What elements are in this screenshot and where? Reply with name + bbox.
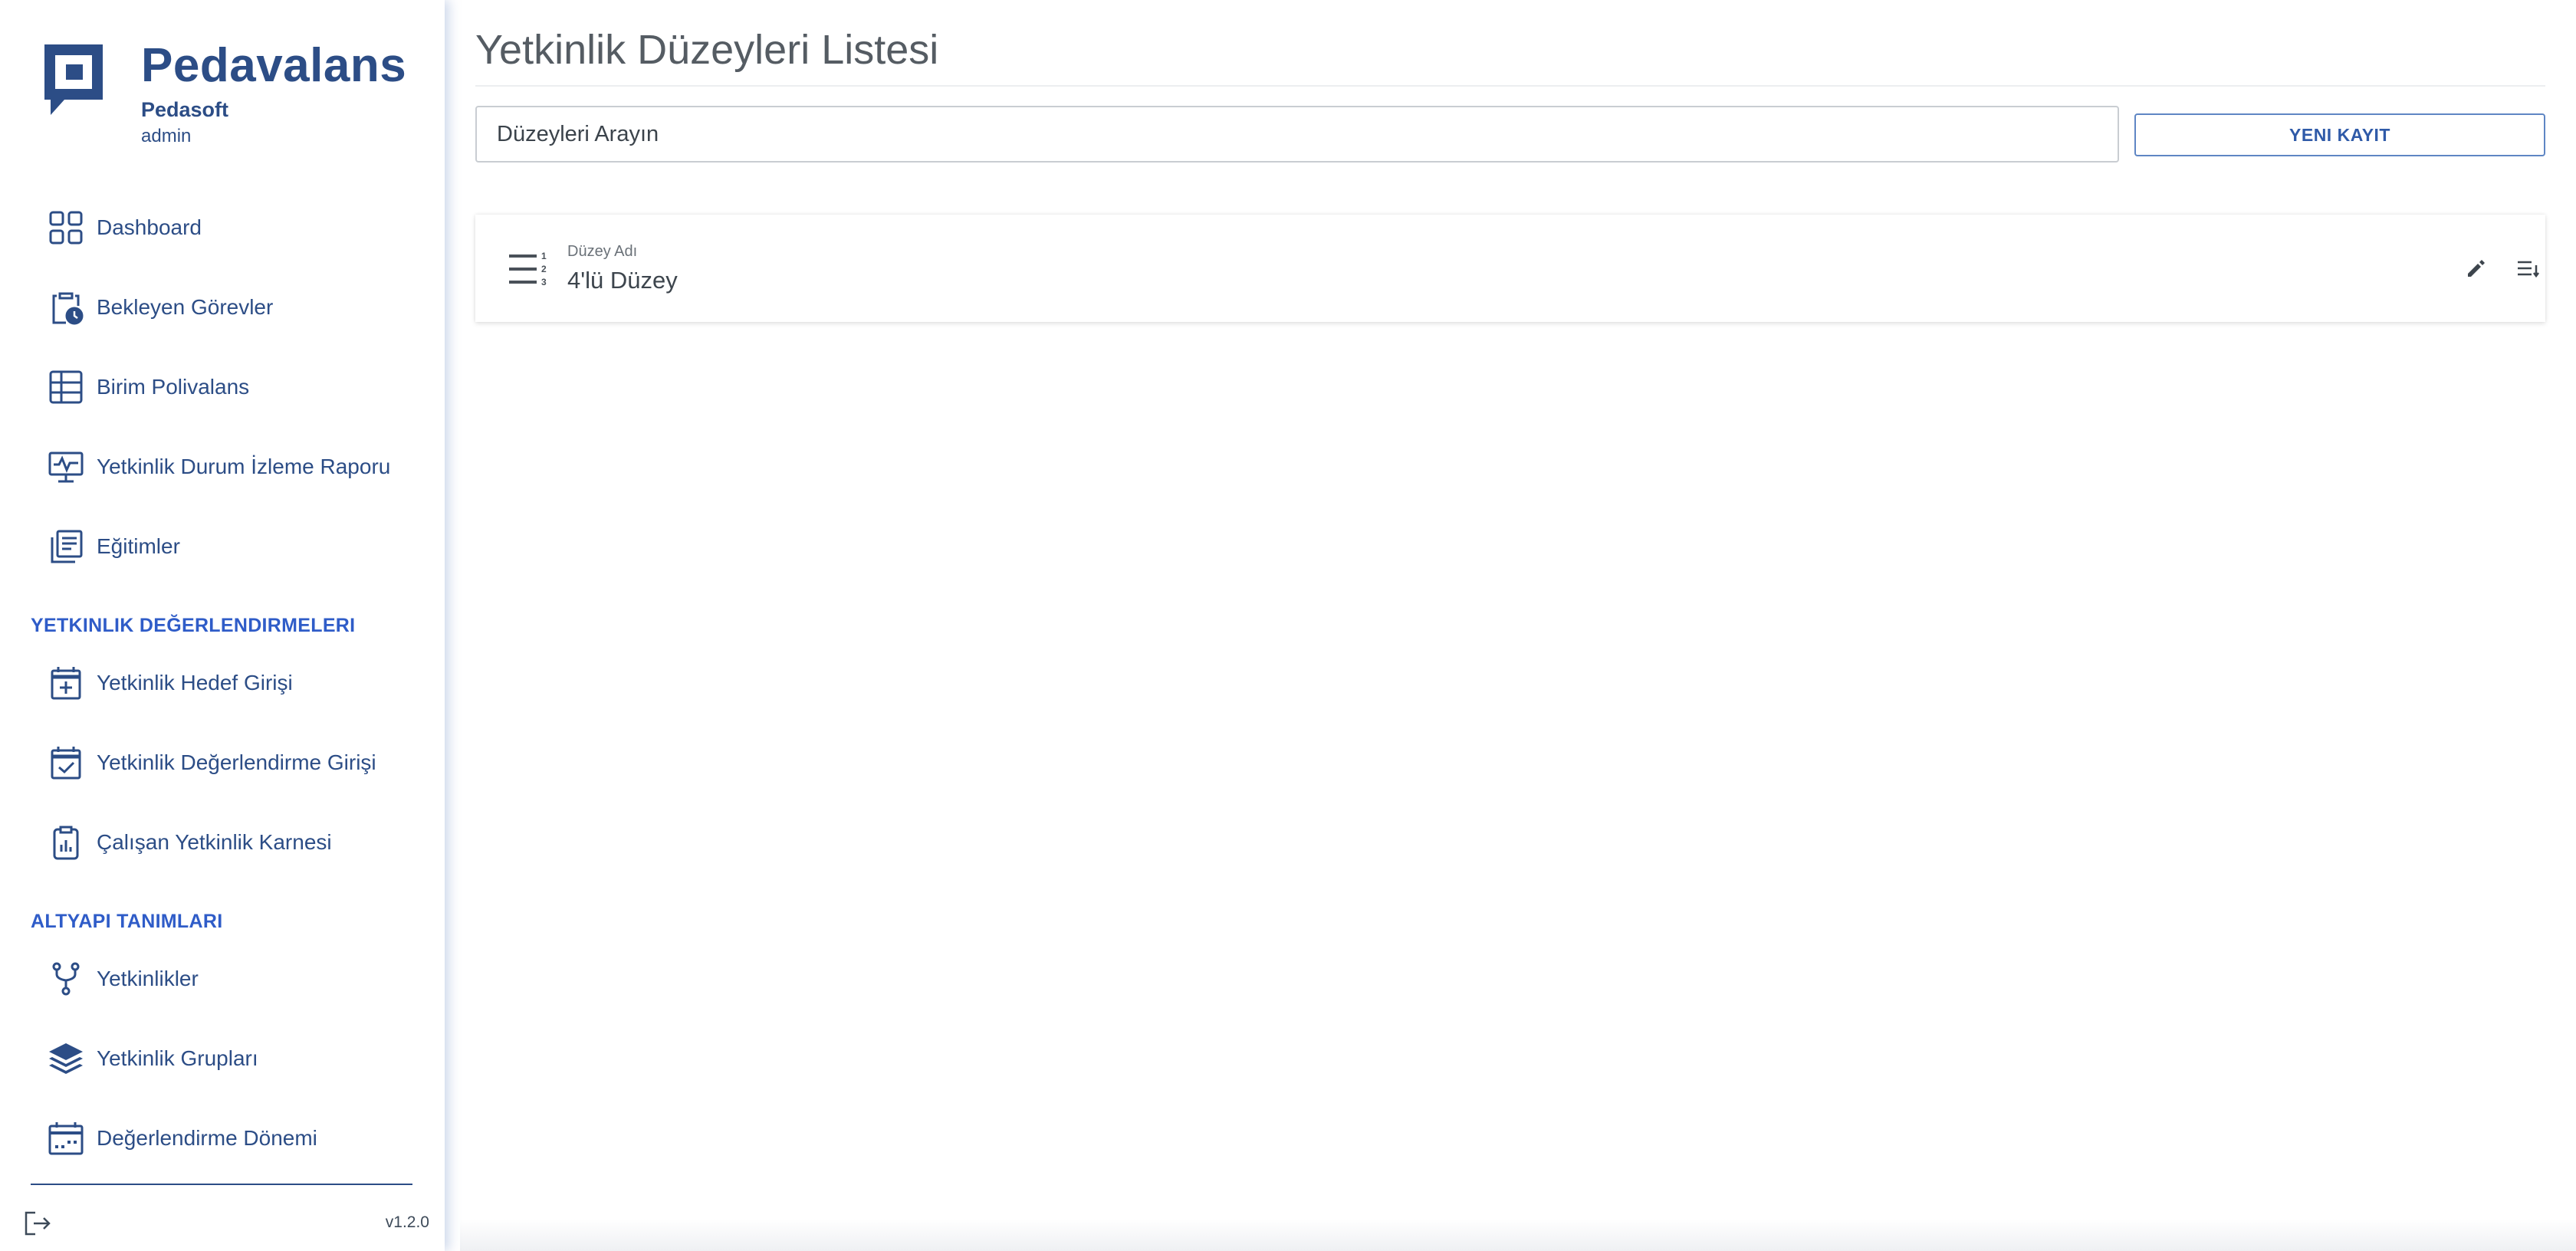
brand: Pedavalans Pedasoft admin: [44, 38, 443, 153]
search-input[interactable]: [475, 106, 2119, 163]
sidebar-item-label: Bekleyen Görevler: [97, 295, 274, 319]
documents-icon: [46, 527, 86, 566]
pedavalans-logo-icon: [44, 44, 103, 115]
sidebar: Pedavalans Pedasoft admin Dashboard Bekl…: [0, 0, 445, 1251]
sidebar-item-label: Yetkinlik Hedef Girişi: [97, 671, 293, 694]
sidebar-item-label: Eğitimler: [97, 534, 180, 558]
user-name: admin: [141, 126, 192, 146]
sidebar-item-label: Birim Polivalans: [97, 375, 250, 399]
sidebar-item-label: Değerlendirme Dönemi: [97, 1126, 317, 1150]
calendar-check-icon: [46, 743, 86, 783]
numbered-list-icon: 1 2 3: [509, 251, 547, 287]
organization-name: Pedasoft: [141, 98, 229, 121]
section-title-infrastructure: ALTYAPI TANIMLARI: [31, 911, 223, 932]
sidebar-item-evaluation-entry[interactable]: Yetkinlik Değerlendirme Girişi: [46, 736, 429, 790]
monitor-pulse-icon: [46, 447, 86, 487]
calendar-plus-icon: [46, 663, 86, 703]
svg-text:3: 3: [541, 277, 547, 287]
clipboard-chart-icon: [46, 823, 86, 862]
row-field-value: 4'lü Düzey: [567, 267, 678, 294]
page-title: Yetkinlik Düzeyleri Listesi: [475, 27, 939, 73]
clipboard-clock-icon: [46, 287, 86, 327]
edit-icon[interactable]: [2463, 254, 2490, 282]
fork-icon: [46, 959, 86, 999]
sidebar-item-employee-scorecard[interactable]: Çalışan Yetkinlik Karnesi: [46, 816, 429, 869]
sidebar-item-competencies[interactable]: Yetkinlikler: [46, 952, 429, 1006]
logout-icon[interactable]: [23, 1210, 54, 1237]
title-divider: [475, 85, 2545, 87]
sidebar-item-label: Çalışan Yetkinlik Karnesi: [97, 830, 332, 854]
bottom-shadow: [460, 1219, 2576, 1251]
sidebar-item-label: Dashboard: [97, 215, 202, 239]
section-title-evaluations: YETKINLIK DEĞERLENDIRMELERI: [31, 615, 356, 636]
row-field-label: Düzey Adı: [567, 243, 638, 260]
app-version: v1.2.0: [385, 1213, 429, 1231]
new-record-button[interactable]: YENI KAYIT: [2134, 113, 2545, 156]
sidebar-item-trainings[interactable]: Eğitimler: [46, 520, 429, 573]
sidebar-item-unit-polyvalence[interactable]: Birim Polivalans: [46, 360, 429, 414]
sidebar-item-dashboard[interactable]: Dashboard: [46, 201, 429, 254]
brand-name: Pedavalans: [141, 39, 407, 92]
dashboard-icon: [46, 208, 86, 248]
layers-icon: [46, 1039, 86, 1079]
sidebar-divider: [31, 1184, 412, 1185]
main-content: Yetkinlik Düzeyleri Listesi YENI KAYIT 1…: [475, 0, 2545, 1251]
sidebar-item-pending-tasks[interactable]: Bekleyen Görevler: [46, 281, 429, 334]
sidebar-item-evaluation-period[interactable]: Değerlendirme Dönemi: [46, 1111, 429, 1165]
list-item[interactable]: 1 2 3 Düzey Adı 4'lü Düzey: [475, 215, 2545, 322]
svg-text:2: 2: [541, 264, 547, 274]
sidebar-item-label: Yetkinlik Grupları: [97, 1046, 258, 1070]
table-grid-icon: [46, 367, 86, 407]
sidebar-item-competency-groups[interactable]: Yetkinlik Grupları: [46, 1032, 429, 1085]
sidebar-item-label: Yetkinlik Durum İzleme Raporu: [97, 455, 391, 478]
svg-text:1: 1: [541, 251, 547, 261]
sidebar-item-status-report[interactable]: Yetkinlik Durum İzleme Raporu: [46, 440, 429, 494]
calendar-dots-icon: [46, 1118, 86, 1158]
sidebar-item-target-entry[interactable]: Yetkinlik Hedef Girişi: [46, 656, 429, 710]
sidebar-item-label: Yetkinlik Değerlendirme Girişi: [97, 750, 376, 774]
sidebar-item-label: Yetkinlikler: [97, 967, 199, 990]
list-options-icon[interactable]: [2515, 254, 2542, 282]
